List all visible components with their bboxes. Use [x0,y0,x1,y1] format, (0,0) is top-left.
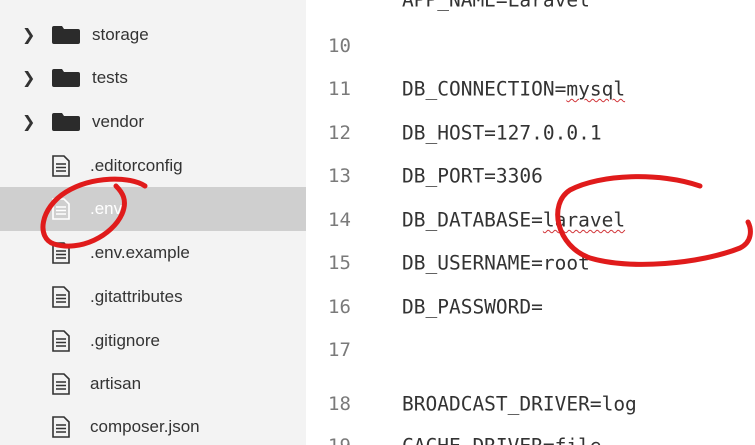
code-line[interactable]: 12 DB_HOST=127.0.0.1 [306,111,755,154]
file-explorer-sidebar: ❯ storage ❯ tests ❯ vendor .editorconfig… [0,0,306,445]
tree-file-gitignore[interactable]: .gitignore [0,319,306,363]
code-text[interactable]: DB_USERNAME=root [402,251,590,274]
tree-folder-tests[interactable]: ❯ tests [0,56,306,100]
code-line[interactable]: 15 DB_USERNAME=root [306,241,755,284]
folder-icon [52,26,80,44]
tree-item-label: .env.example [90,243,190,262]
tree-item-label: vendor [92,112,144,131]
file-icon [52,198,70,220]
tree-item-label: .gitignore [90,331,160,350]
line-number: 18 [328,392,351,415]
line-number: 10 [328,34,351,57]
tree-file-gitattributes[interactable]: .gitattributes [0,275,306,319]
code-line[interactable]: 10 [306,24,755,67]
file-icon [52,373,70,395]
tree-item-label: storage [92,25,149,44]
chevron-right-icon[interactable]: ❯ [22,27,35,43]
code-editor[interactable]: APP_NAME=Laravel 10 11 DB_CONNECTION=mys… [306,0,755,445]
tree-file-env-example[interactable]: .env.example [0,231,306,275]
line-number: 16 [328,295,351,318]
code-text[interactable]: DB_PORT=3306 [402,164,543,187]
code-text[interactable]: DB_DATABASE=laravel [402,208,625,231]
code-text[interactable]: CACHE_DRIVER=file [402,434,602,445]
code-line[interactable]: 14 DB_DATABASE=laravel [306,198,755,241]
tree-item-label: .gitattributes [90,287,183,306]
tree-file-env[interactable]: .env [0,187,306,231]
code-line[interactable]: 11 DB_CONNECTION=mysql [306,67,755,110]
file-icon [52,286,70,308]
tree-item-label: tests [92,68,128,87]
tree-folder-storage[interactable]: ❯ storage [0,13,306,57]
line-number: 17 [328,338,351,361]
tree-item-label: composer.json [90,417,200,436]
code-line[interactable]: 17 [306,328,755,371]
tree-folder-vendor[interactable]: ❯ vendor [0,100,306,144]
file-icon [52,330,70,352]
tree-item-label: .env [90,199,123,218]
code-line[interactable]: 13 DB_PORT=3306 [306,154,755,197]
spellcheck-underline: mysql [566,77,626,100]
line-number: 11 [328,77,351,100]
code-text[interactable]: BROADCAST_DRIVER=log [402,392,637,415]
code-line[interactable]: 18 BROADCAST_DRIVER=log [306,382,755,425]
line-number: 15 [328,251,351,274]
chevron-right-icon[interactable]: ❯ [22,114,35,130]
code-text[interactable]: APP_NAME=Laravel [402,0,590,11]
code-text[interactable]: DB_PASSWORD= [402,295,543,318]
spellcheck-underline: laravel [542,208,626,231]
line-number: 14 [328,208,351,231]
tree-file-composer-json[interactable]: composer.json [0,405,306,445]
folder-icon [52,113,80,131]
line-number: 13 [328,164,351,187]
file-icon [52,155,70,177]
line-number: 19 [328,435,351,445]
file-icon [52,242,70,264]
tree-item-label: artisan [90,374,142,393]
file-icon [52,416,70,438]
code-text[interactable]: DB_HOST=127.0.0.1 [402,121,602,144]
code-line[interactable]: 19 CACHE_DRIVER=file [306,424,755,445]
code-text[interactable]: DB_CONNECTION=mysql [402,77,625,100]
tree-file-artisan[interactable]: artisan [0,362,306,406]
tree-item-label: .editorconfig [90,156,183,175]
folder-icon [52,69,80,87]
code-line[interactable]: APP_NAME=Laravel [306,0,755,21]
chevron-right-icon[interactable]: ❯ [22,70,35,86]
tree-file-editorconfig[interactable]: .editorconfig [0,144,306,188]
line-number: 12 [328,121,351,144]
code-line[interactable]: 16 DB_PASSWORD= [306,285,755,328]
